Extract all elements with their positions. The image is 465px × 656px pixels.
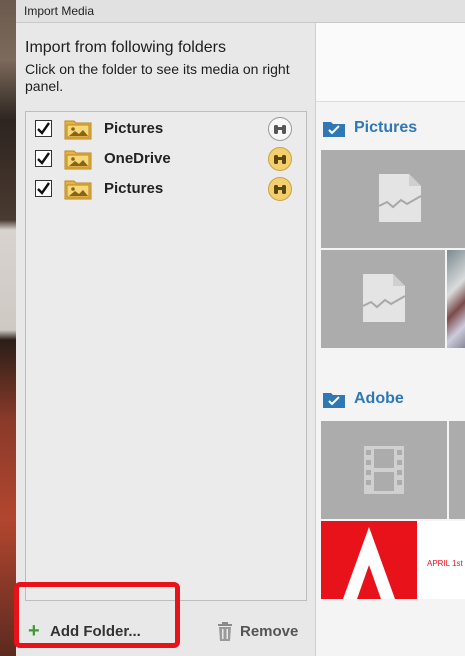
folder-row-pictures-2[interactable]: Pictures (26, 174, 306, 204)
adobe-logo-icon (321, 521, 417, 599)
title-bar: Import Media (16, 0, 465, 23)
folder-label: OneDrive (104, 150, 171, 167)
panel-heading: Import from following folders (25, 39, 226, 56)
film-icon (364, 446, 404, 494)
panel-instructions: Click on the folder to see its media on … (25, 61, 290, 94)
folder-image-icon (64, 180, 92, 200)
folder-checkbox[interactable] (35, 120, 52, 137)
preview-header (316, 23, 465, 102)
section-title: Pictures (354, 119, 418, 136)
folder-row-onedrive[interactable]: OneDrive (26, 144, 306, 174)
highlight-annotation (14, 582, 180, 648)
import-media-dialog: Import Media Import from following folde… (16, 0, 465, 656)
window-title: Import Media (24, 4, 95, 18)
checked-folder-icon (323, 393, 345, 408)
folder-image-icon (64, 150, 92, 170)
watch-binoculars-icon[interactable] (268, 117, 292, 141)
broken-file-icon (362, 274, 406, 322)
video-thumbnail[interactable] (321, 421, 447, 519)
broken-file-icon (378, 174, 422, 222)
folder-list: Pictures OneDrive Pictures (25, 111, 307, 601)
remove-label: Remove (240, 623, 299, 640)
folder-checkbox[interactable] (35, 150, 52, 167)
folders-panel: Import from following folders Click on t… (16, 23, 316, 656)
section-title: Adobe (354, 390, 404, 407)
media-thumbnail[interactable] (449, 421, 465, 519)
trash-icon (218, 622, 232, 641)
folder-row-pictures[interactable]: Pictures (26, 114, 306, 144)
media-thumbnail[interactable] (321, 250, 445, 348)
folder-checkbox[interactable] (35, 180, 52, 197)
adobe-thumb-caption: APRIL 1st (427, 559, 463, 568)
watch-binoculars-icon[interactable] (268, 147, 292, 171)
adobe-thumbnail[interactable]: APRIL 1st (321, 521, 465, 599)
folder-image-icon (64, 120, 92, 140)
photo-thumbnail[interactable] (447, 250, 465, 348)
watch-binoculars-icon[interactable] (268, 177, 292, 201)
folder-label: Pictures (104, 180, 164, 197)
media-preview-panel: Pictures Adobe APRIL 1st (316, 23, 465, 656)
media-thumbnail[interactable] (321, 150, 465, 248)
folder-label: Pictures (104, 120, 164, 137)
checked-folder-icon (323, 122, 345, 137)
